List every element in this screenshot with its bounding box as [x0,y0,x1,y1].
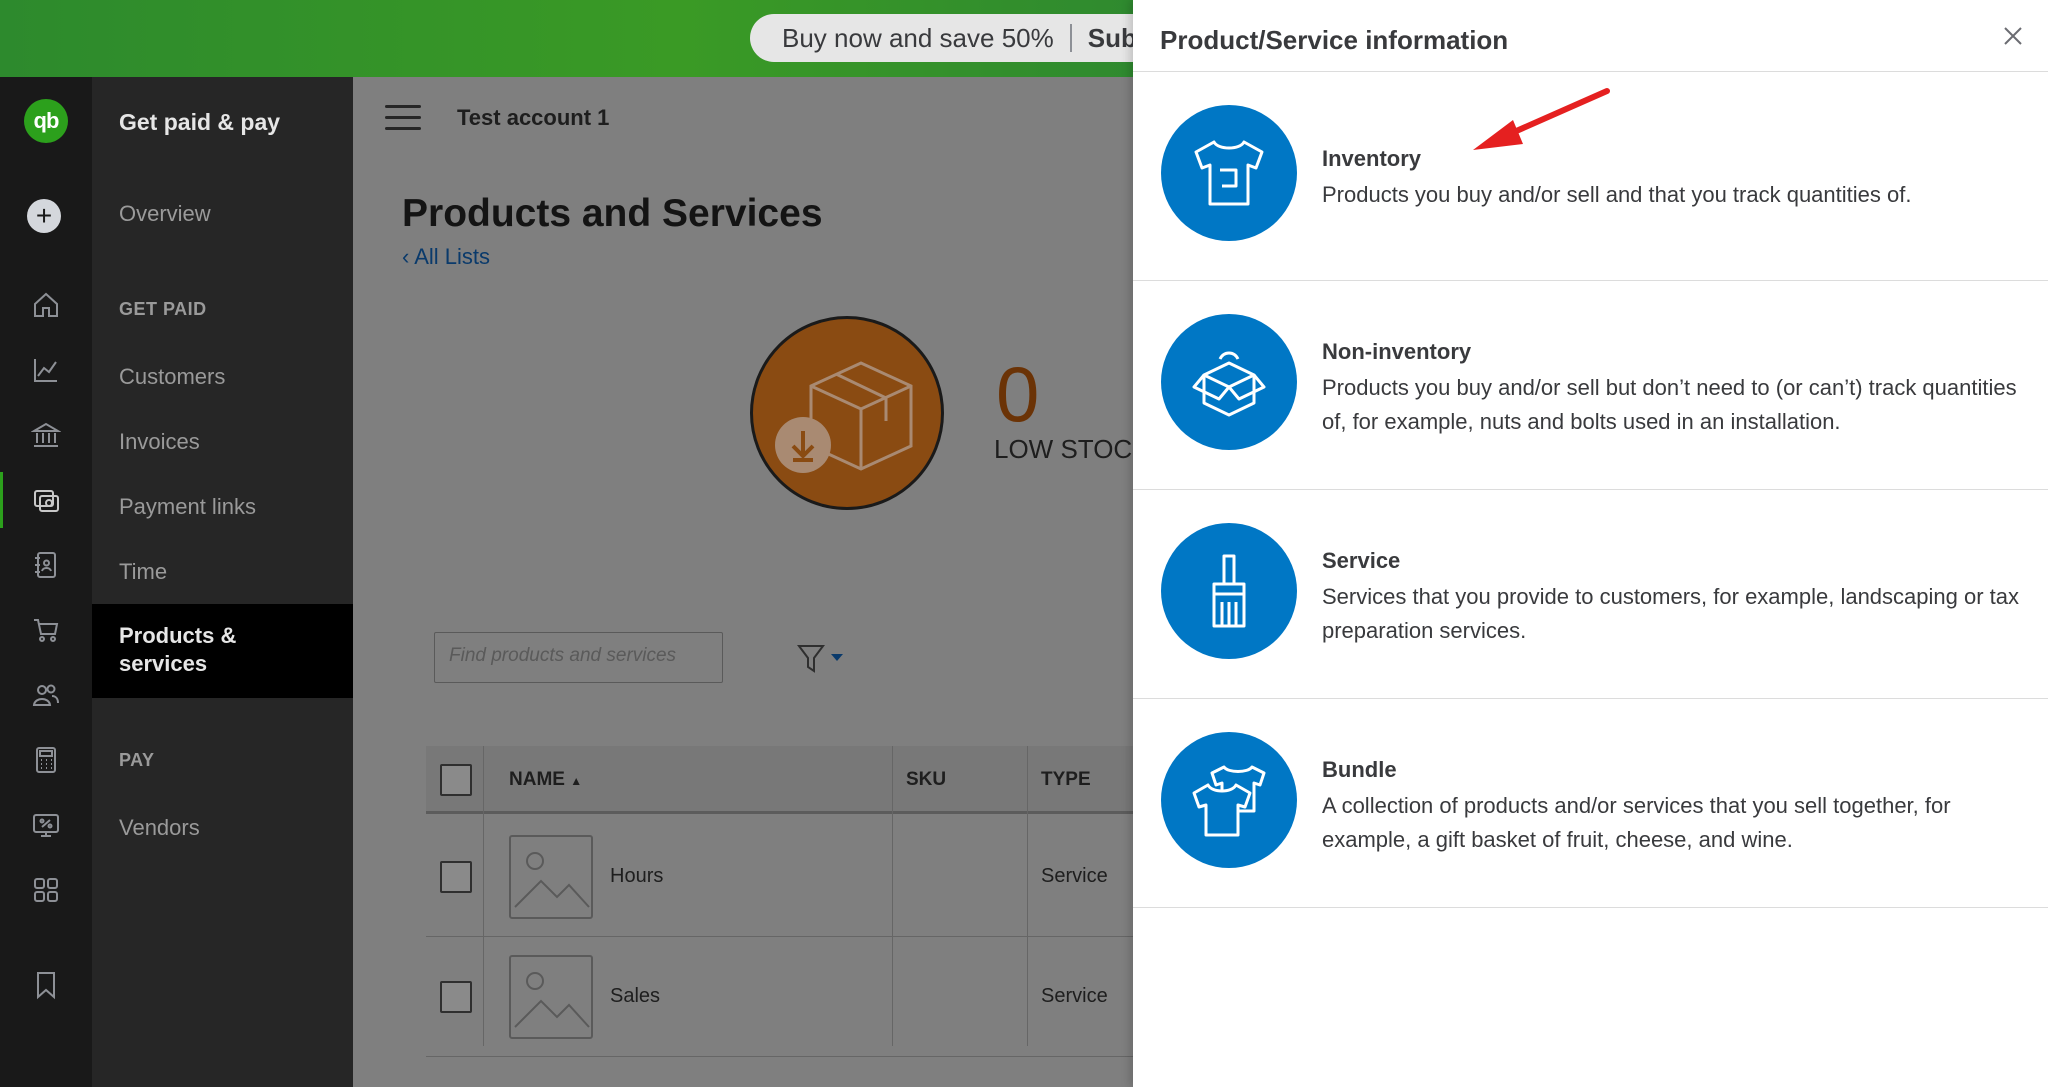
option-description: Products you buy and/or sell and that yo… [1322,182,1912,207]
tshirt-icon [1161,105,1297,241]
nav-item-invoices[interactable]: Invoices [119,429,200,455]
image-placeholder-icon [509,955,593,1039]
paintbrush-icon [1161,523,1297,659]
stacked-shirts-icon [1161,732,1297,868]
column-header-type[interactable]: TYPE [1041,769,1091,791]
apps-icon[interactable] [0,865,92,915]
promo-text: Buy now and save 50% [782,22,1054,53]
column-header-sku[interactable]: SKU [906,769,946,791]
select-all-checkbox[interactable] [440,764,472,796]
open-box-icon [1161,314,1297,450]
image-placeholder-icon [509,835,593,919]
download-arrow-icon [775,417,831,473]
option-title: Inventory [1322,146,1422,171]
low-stock-icon[interactable] [750,316,944,510]
drawer-header: Product/Service information [1133,0,2048,72]
row-checkbox[interactable] [440,981,472,1013]
nav-section-pay: PAY [119,750,155,770]
promo-divider [1069,24,1072,52]
nav-panel: Get paid & pay Overview GET PAID Custome… [92,77,353,1087]
bookmark-icon[interactable] [0,960,92,1010]
table-row[interactable]: Hours Service [426,817,1133,937]
row-name[interactable]: Hours [610,865,663,888]
drawer-title: Product/Service information [1160,25,1509,55]
icon-rail: qb + [0,77,92,1087]
nav-item-time[interactable]: Time [119,559,167,585]
chart-icon[interactable] [0,345,92,395]
nav-item-overview[interactable]: Overview [119,201,211,227]
sort-ascending-icon: ▲ [570,774,583,788]
contacts-book-icon[interactable] [0,540,92,590]
row-type: Service [1041,985,1108,1007]
get-paid-pay-icon[interactable] [0,475,92,525]
bank-icon[interactable] [0,410,92,460]
low-stock-label: LOW STOCK [994,434,1150,464]
option-bundle[interactable]: Bundle A collection of products and/or s… [1133,699,2048,908]
cart-icon[interactable] [0,605,92,655]
filter-icon[interactable] [797,644,849,674]
row-name[interactable]: Sales [610,985,660,1008]
nav-item-customers[interactable]: Customers [119,364,225,390]
people-icon[interactable] [0,670,92,720]
home-icon[interactable] [0,280,92,330]
annotation-arrow [1473,88,1610,150]
option-title: Bundle [1322,757,1397,782]
page-title: Products and Services [402,192,823,235]
column-header-name[interactable]: NAME ▲ [509,769,582,791]
main-content: Test account 1 Products and Services ‹ A… [353,77,1150,1087]
nav-item-payment-links[interactable]: Payment links [119,494,256,520]
search-input[interactable]: Find products and services [434,632,723,683]
calculator-icon[interactable] [0,735,92,785]
row-checkbox[interactable] [440,861,472,893]
option-non-inventory[interactable]: Non-inventory Products you buy and/or se… [1133,281,2048,490]
option-description: Products you buy and/or sell but don’t n… [1322,375,2017,434]
row-type: Service [1041,865,1108,887]
option-service[interactable]: Service Services that you provide to cus… [1133,490,2048,699]
quickbooks-logo[interactable]: qb [24,99,68,143]
table-row[interactable]: Sales Service [426,937,1133,1057]
low-stock-count: 0 [996,350,1040,438]
nav-item-label: Products & services [119,623,237,676]
nav-item-products-services[interactable]: Products & services [92,604,353,698]
product-type-drawer: Product/Service information Inventory Pr… [1133,0,2048,1087]
create-new-button[interactable]: + [27,199,61,233]
all-lists-link[interactable]: ‹ All Lists [402,244,490,270]
chevron-left-icon: ‹ [402,244,415,269]
option-title: Service [1322,548,1401,573]
promo-subscribe-link[interactable]: Sub [1088,23,1137,54]
menu-icon[interactable] [385,105,421,131]
nav-section-get-paid: GET PAID [119,299,207,319]
close-icon[interactable] [2001,24,2025,48]
option-description: A collection of products and/or services… [1322,793,1951,852]
nav-title: Get paid & pay [119,109,281,135]
promo-bar: Buy now and save 50% Sub [0,0,1230,77]
nav-item-vendors[interactable]: Vendors [119,815,200,841]
all-lists-label: All Lists [414,244,491,269]
option-description: Services that you provide to customers, … [1322,584,2020,643]
option-title: Non-inventory [1322,339,1472,364]
account-name: Test account 1 [457,105,610,130]
payroll-icon[interactable] [0,800,92,850]
